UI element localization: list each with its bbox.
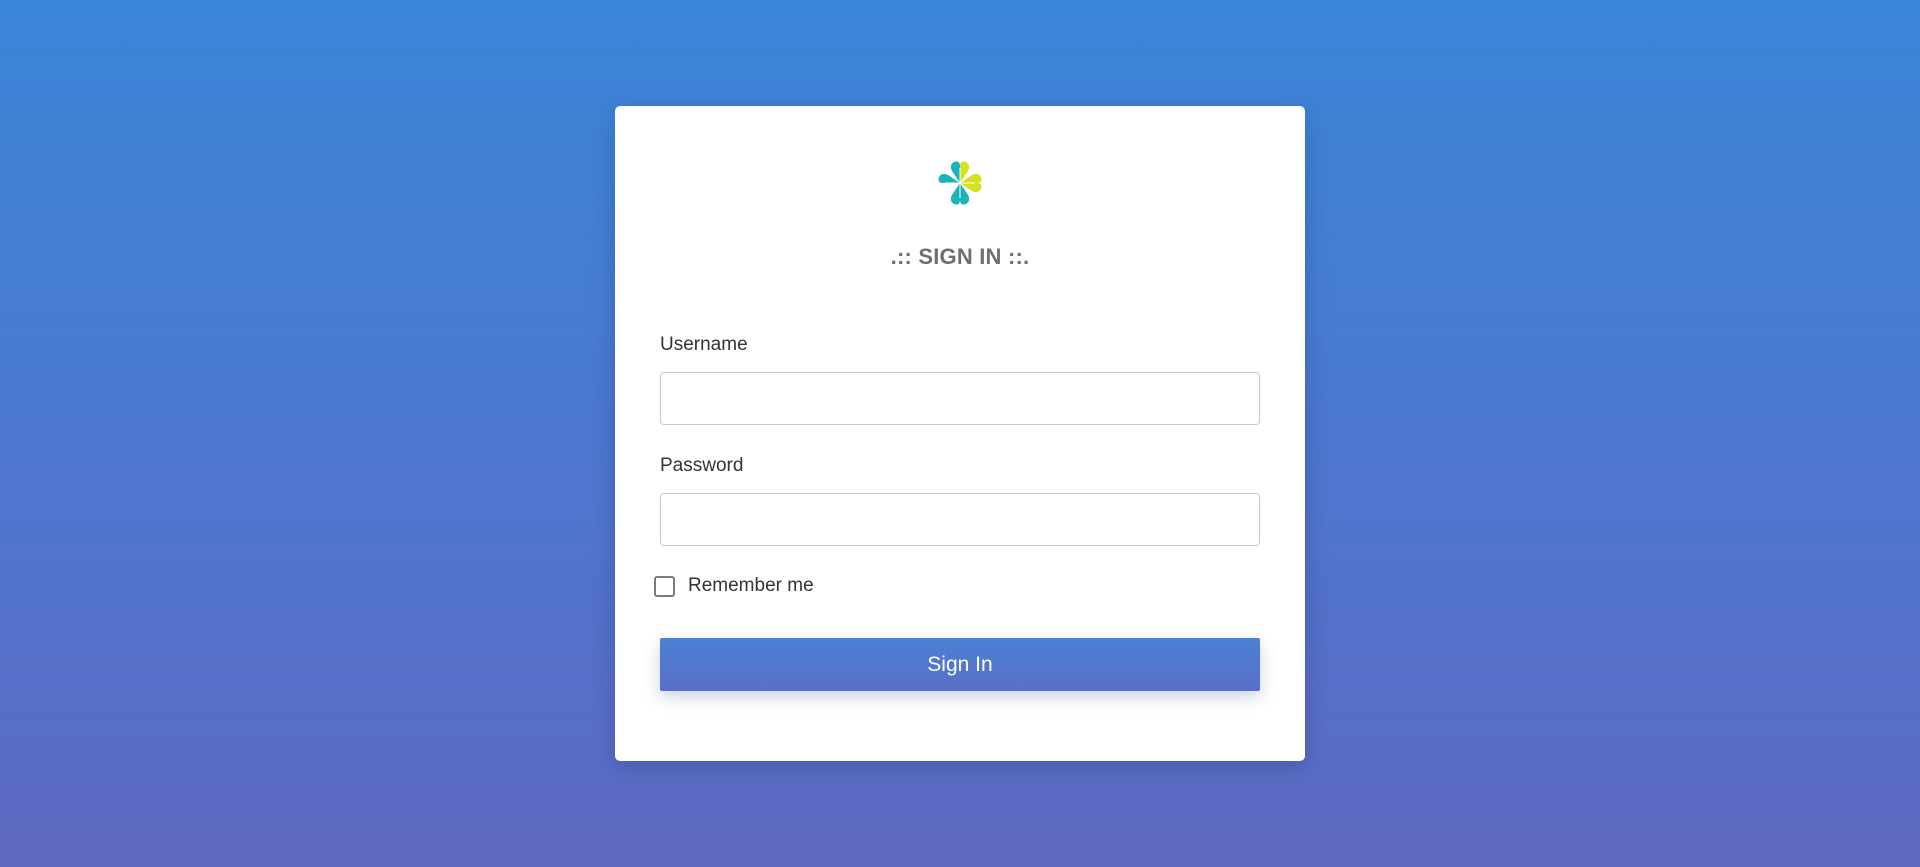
clover-logo-icon bbox=[938, 161, 982, 205]
login-card: .:: SIGN IN ::. Username Password Rememb… bbox=[615, 106, 1305, 761]
username-label: Username bbox=[660, 334, 748, 355]
password-input[interactable] bbox=[660, 493, 1260, 546]
password-label: Password bbox=[660, 455, 744, 476]
remember-me-option[interactable]: Remember me bbox=[654, 573, 814, 599]
sign-in-title: .:: SIGN IN ::. bbox=[890, 244, 1030, 269]
remember-me-label: Remember me bbox=[688, 575, 814, 596]
sign-in-button[interactable]: Sign In bbox=[660, 638, 1260, 691]
remember-me-checkbox[interactable] bbox=[654, 575, 675, 597]
username-input[interactable] bbox=[660, 372, 1260, 425]
